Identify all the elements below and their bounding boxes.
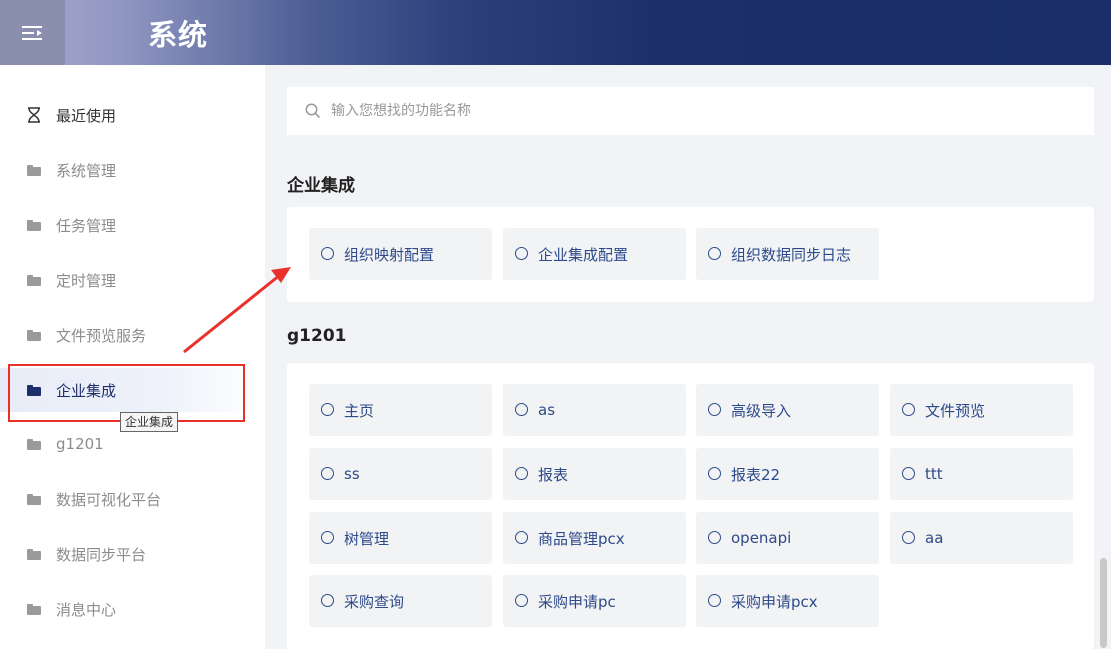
- circle-icon: [515, 403, 528, 416]
- circle-icon: [708, 531, 721, 544]
- circle-icon: [321, 594, 334, 607]
- folder-icon: [26, 546, 42, 562]
- sidebar-item-label: 任务管理: [56, 216, 117, 235]
- menu-toggle-button[interactable]: [0, 0, 65, 65]
- search-bar: [287, 87, 1094, 135]
- function-card-label: ss: [344, 465, 360, 483]
- circle-icon: [321, 531, 334, 544]
- app-header: 系统: [0, 0, 1111, 65]
- function-card[interactable]: ss: [309, 448, 492, 500]
- function-card-label: 采购查询: [344, 592, 405, 611]
- circle-icon: [708, 467, 721, 480]
- sidebar-item-label: 消息中心: [56, 600, 117, 619]
- section-panel-g1201: 主页 as 高级导入 文件预览 ss 报表 报表22 ttt 树管理 商品管理p…: [287, 363, 1094, 649]
- scrollbar[interactable]: [1100, 558, 1107, 648]
- circle-icon: [515, 531, 528, 544]
- search-icon: [305, 103, 321, 119]
- sidebar-item-label: 企业集成: [56, 381, 117, 400]
- function-card-label: 组织数据同步日志: [731, 245, 852, 264]
- section-panel-enterprise-integration: 组织映射配置 企业集成配置 组织数据同步日志: [287, 207, 1094, 302]
- folder-icon: [26, 162, 42, 178]
- sidebar-item-data-visualization[interactable]: 数据可视化平台: [0, 477, 265, 521]
- sidebar-item-schedule-management[interactable]: 定时管理: [0, 258, 265, 302]
- function-card[interactable]: 报表22: [696, 448, 879, 500]
- sidebar-item-recent[interactable]: 最近使用: [0, 93, 265, 137]
- hourglass-icon: [26, 107, 42, 123]
- sidebar-item-label: 定时管理: [56, 271, 117, 290]
- folder-icon: [26, 327, 42, 343]
- sidebar-item-file-preview-service[interactable]: 文件预览服务: [0, 313, 265, 357]
- function-card[interactable]: 文件预览: [890, 384, 1073, 436]
- folder-icon: [26, 217, 42, 233]
- function-card[interactable]: 高级导入: [696, 384, 879, 436]
- circle-icon: [708, 247, 721, 260]
- folder-icon: [26, 436, 42, 452]
- app-title: 系统: [148, 18, 209, 52]
- function-card-label: 商品管理pcx: [538, 529, 625, 548]
- function-card-label: 采购申请pcx: [731, 592, 818, 611]
- function-card[interactable]: 组织数据同步日志: [696, 228, 879, 280]
- function-card-label: as: [538, 401, 556, 419]
- function-card[interactable]: 报表: [503, 448, 686, 500]
- function-card-label: 组织映射配置: [344, 245, 435, 264]
- function-card[interactable]: 商品管理pcx: [503, 512, 686, 564]
- sidebar-item-label: g1201: [56, 435, 104, 453]
- sidebar-item-label: 系统管理: [56, 161, 117, 180]
- circle-icon: [321, 467, 334, 480]
- function-card-label: ttt: [925, 465, 943, 483]
- sidebar-item-label: 文件预览服务: [56, 326, 147, 345]
- sidebar-item-data-sync[interactable]: 数据同步平台: [0, 532, 265, 576]
- circle-icon: [708, 403, 721, 416]
- sidebar-item-label: 数据同步平台: [56, 545, 147, 564]
- folder-icon: [26, 601, 42, 617]
- function-card[interactable]: aa: [890, 512, 1073, 564]
- sidebar-item-system-management[interactable]: 系统管理: [0, 148, 265, 192]
- sidebar: 最近使用 系统管理 任务管理 定时管理 文件预览服务 企业集成 g1201 数据…: [0, 65, 265, 649]
- circle-icon: [902, 467, 915, 480]
- function-card[interactable]: 采购申请pcx: [696, 575, 879, 627]
- folder-icon: [26, 272, 42, 288]
- function-card[interactable]: as: [503, 384, 686, 436]
- circle-icon: [321, 403, 334, 416]
- circle-icon: [515, 594, 528, 607]
- folder-icon: [26, 382, 42, 398]
- circle-icon: [515, 247, 528, 260]
- function-card-label: 主页: [344, 401, 375, 420]
- function-card[interactable]: ttt: [890, 448, 1073, 500]
- function-card[interactable]: 树管理: [309, 512, 492, 564]
- circle-icon: [902, 403, 915, 416]
- function-card-label: aa: [925, 529, 944, 547]
- sidebar-item-message-center[interactable]: 消息中心: [0, 587, 265, 631]
- circle-icon: [708, 594, 721, 607]
- sidebar-item-task-management[interactable]: 任务管理: [0, 203, 265, 247]
- folder-icon: [26, 491, 42, 507]
- search-input[interactable]: [331, 99, 1071, 123]
- function-card-label: openapi: [731, 529, 792, 547]
- function-card-label: 报表: [538, 465, 569, 484]
- function-card[interactable]: 采购申请pc: [503, 575, 686, 627]
- function-card[interactable]: 主页: [309, 384, 492, 436]
- menu-fold-icon: [21, 25, 42, 40]
- sidebar-item-label: 数据可视化平台: [56, 490, 162, 509]
- function-card-label: 采购申请pc: [538, 592, 616, 611]
- function-card[interactable]: 采购查询: [309, 575, 492, 627]
- sidebar-item-enterprise-integration[interactable]: 企业集成: [0, 368, 265, 412]
- function-card[interactable]: 组织映射配置: [309, 228, 492, 280]
- section-title-enterprise-integration: 企业集成: [287, 176, 355, 196]
- function-card[interactable]: openapi: [696, 512, 879, 564]
- section-title-g1201: g1201: [287, 326, 347, 346]
- function-card-label: 高级导入: [731, 401, 792, 420]
- function-card-label: 企业集成配置: [538, 245, 629, 264]
- tooltip: 企业集成: [120, 412, 179, 432]
- function-card-label: 报表22: [731, 465, 781, 484]
- function-card[interactable]: 企业集成配置: [503, 228, 686, 280]
- sidebar-item-label: 最近使用: [56, 106, 117, 125]
- circle-icon: [902, 531, 915, 544]
- function-card-label: 树管理: [344, 529, 390, 548]
- function-card-label: 文件预览: [925, 401, 986, 420]
- circle-icon: [515, 467, 528, 480]
- circle-icon: [321, 247, 334, 260]
